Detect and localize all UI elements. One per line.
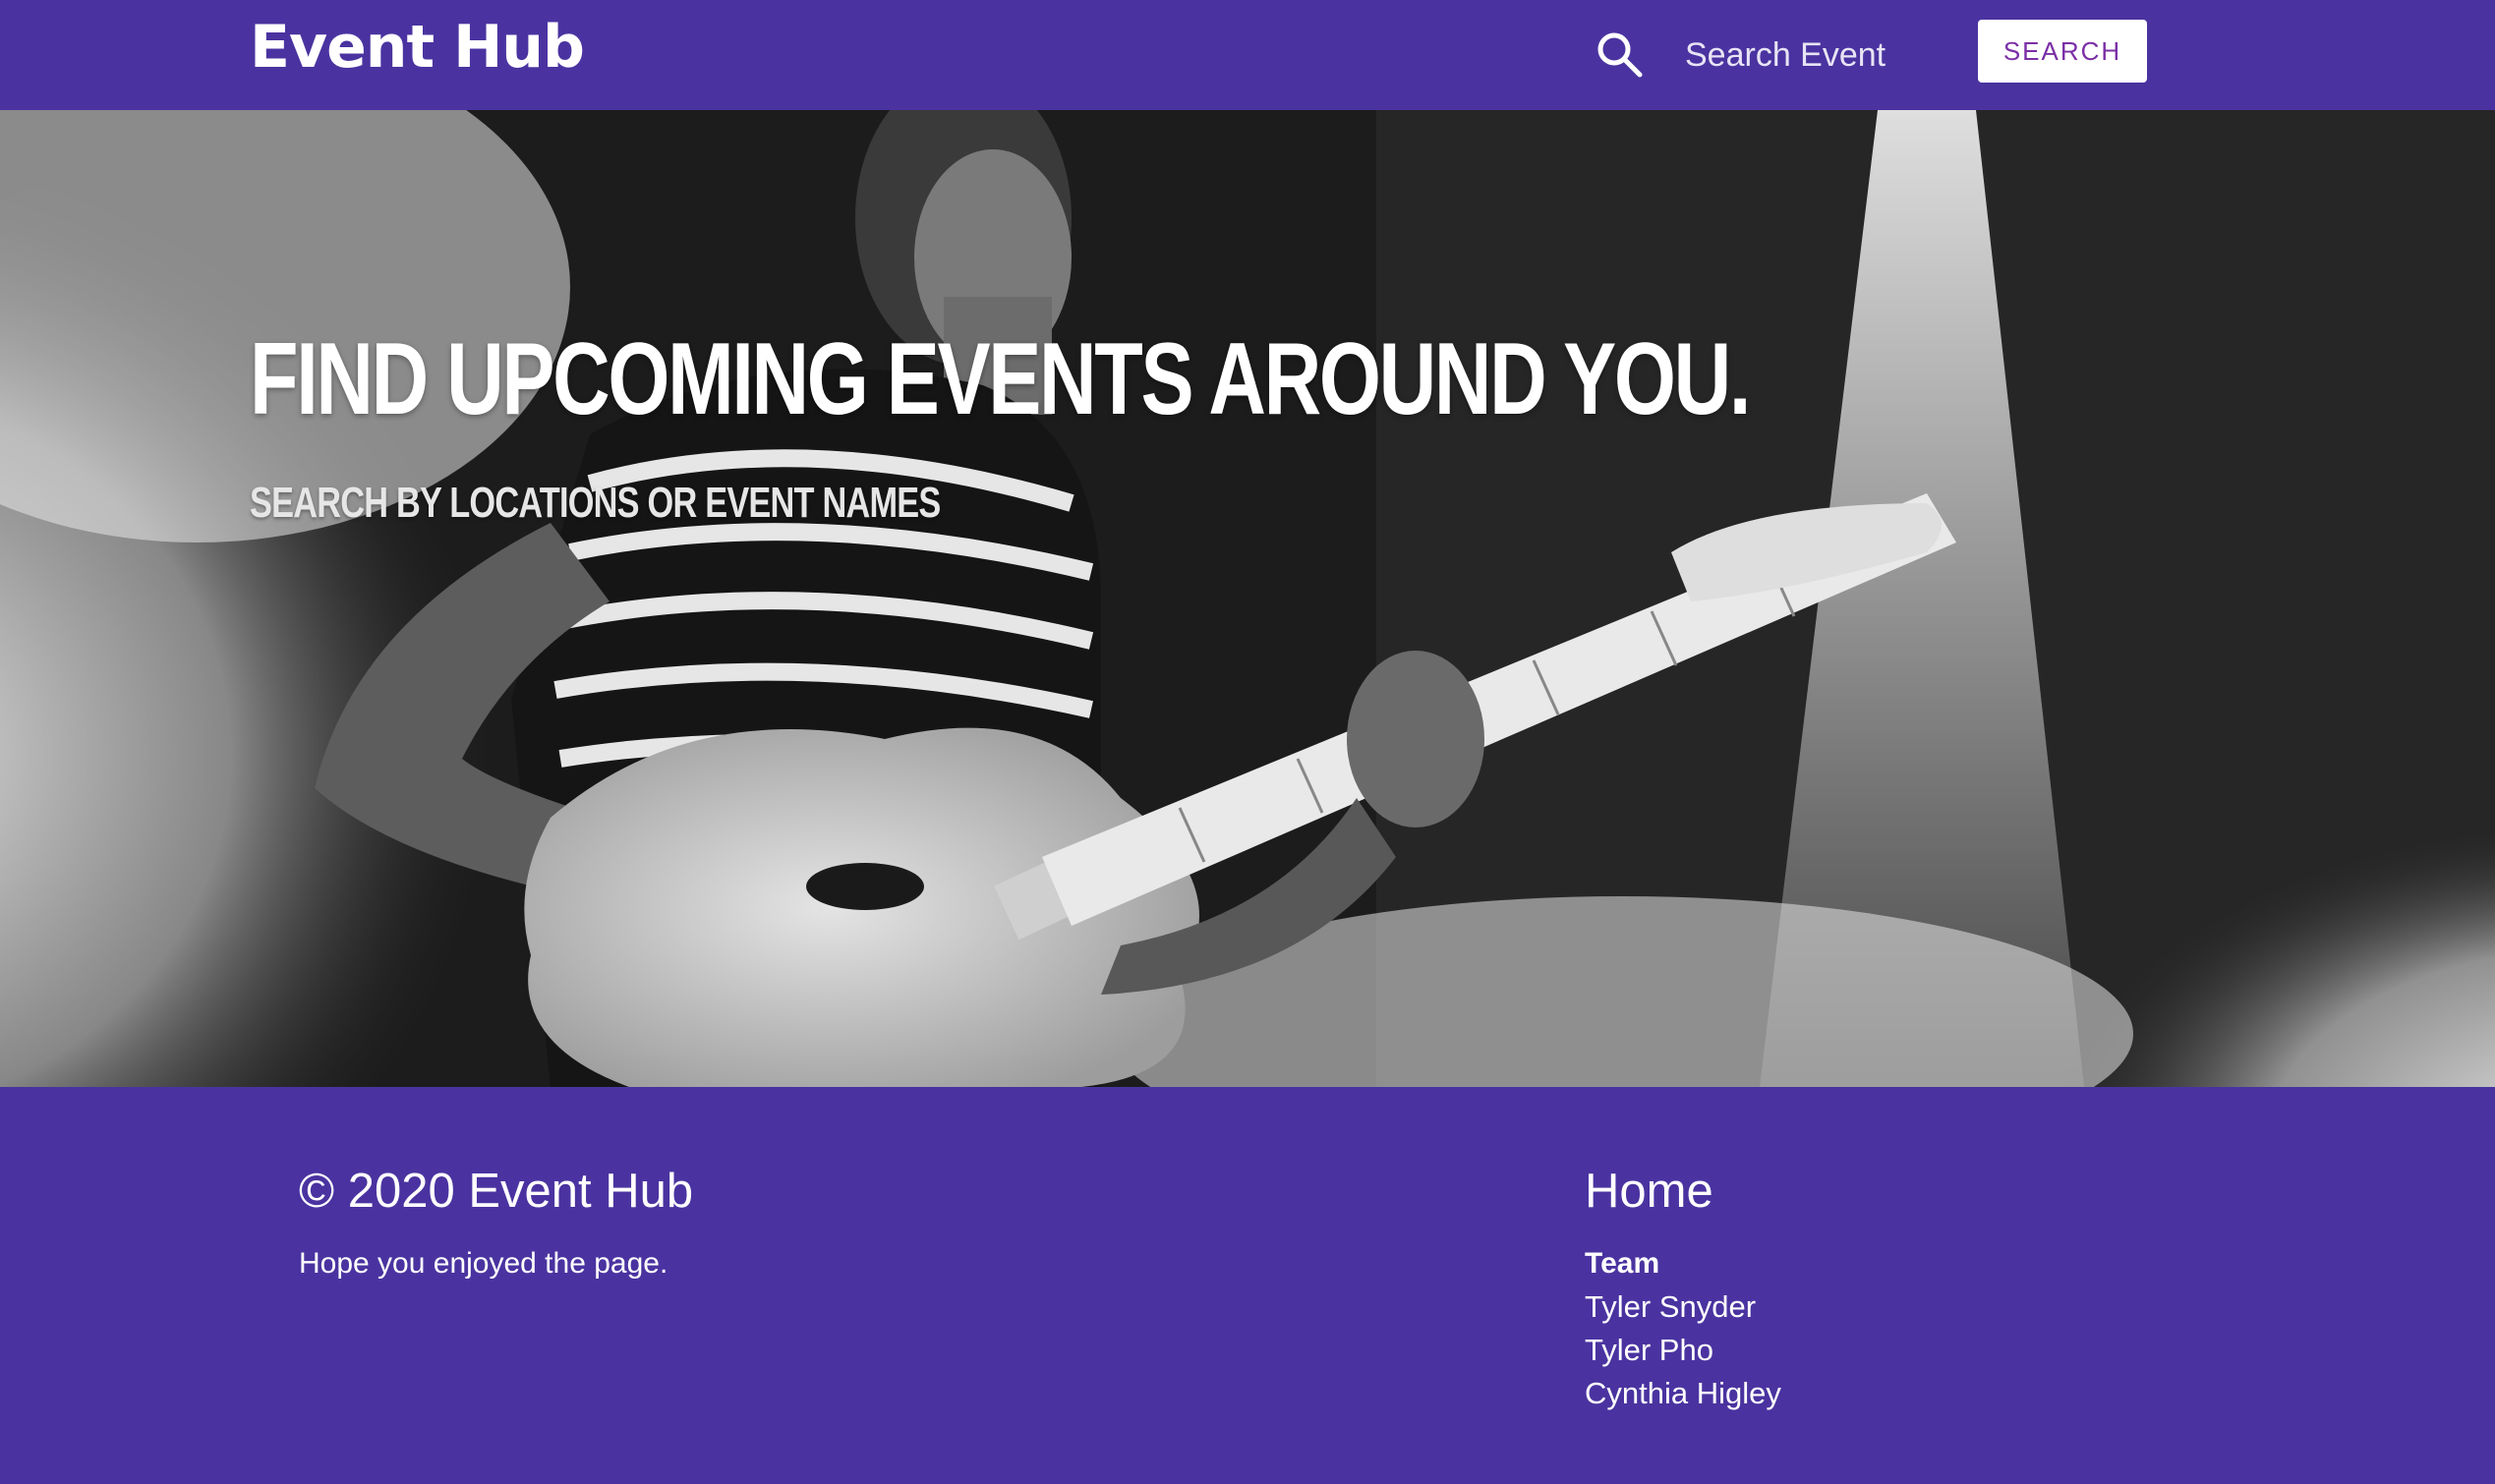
footer-tagline: Hope you enjoyed the page. <box>299 1247 668 1280</box>
hero-title: FIND UPCOMING EVENTS AROUND YOU. <box>250 322 1751 436</box>
search-icon <box>1597 32 1643 78</box>
team-member: Tyler Pho <box>1585 1333 1713 1367</box>
search-button[interactable]: SEARCH <box>1978 20 2147 83</box>
footer-copyright: © 2020 Event Hub <box>299 1165 694 1218</box>
hero-background-photo <box>0 110 2495 1087</box>
footer-home-link[interactable]: Home <box>1585 1156 1713 1227</box>
team-list: Tyler Snyder Tyler Pho Cynthia Higley <box>1585 1285 1781 1415</box>
search-input[interactable] <box>1661 28 1956 83</box>
brand-logo[interactable]: Event Hub <box>250 8 585 86</box>
navbar: Event Hub SEARCH <box>0 0 2495 110</box>
hero-subtitle: SEARCH BY LOCATIONS OR EVENT NAMES <box>250 479 941 527</box>
team-member: Tyler Snyder <box>1585 1289 1757 1324</box>
search-bar <box>1593 20 1966 90</box>
hero-banner: FIND UPCOMING EVENTS AROUND YOU. SEARCH … <box>0 110 2495 1087</box>
team-section: Team Tyler Snyder Tyler Pho Cynthia Higl… <box>1585 1242 1781 1415</box>
team-heading: Team <box>1585 1247 1660 1280</box>
team-member: Cynthia Higley <box>1585 1376 1781 1410</box>
footer: © 2020 Event Hub Hope you enjoyed the pa… <box>0 1087 2495 1484</box>
